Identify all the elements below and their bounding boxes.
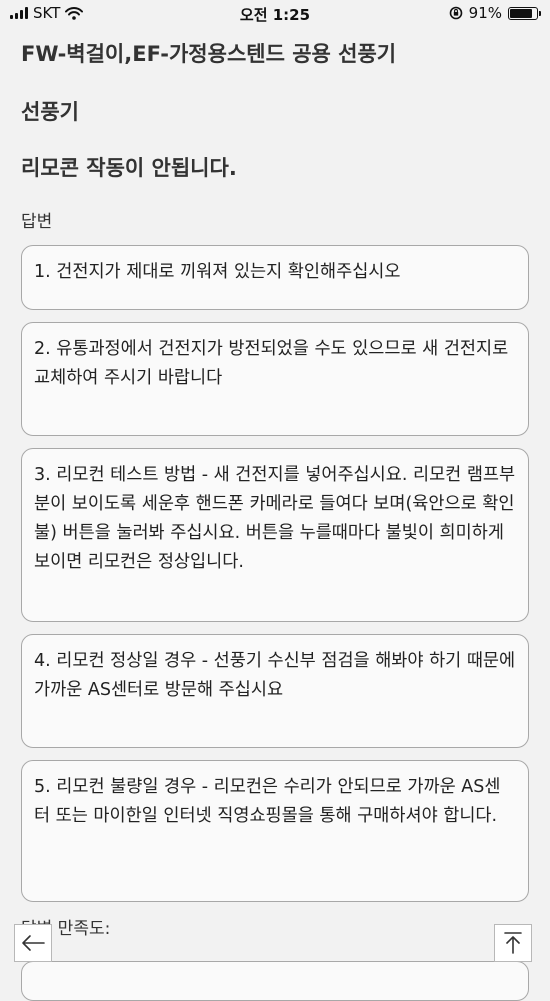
satisfaction-box[interactable] bbox=[21, 961, 529, 1001]
answer-box-4: 4. 리모컨 정상일 경우 - 선풍기 수신부 점검을 해봐야 하기 때문에 가… bbox=[21, 634, 529, 748]
rotation-lock-icon bbox=[449, 6, 462, 20]
status-bar: SKT 오전 1:25 91% bbox=[0, 0, 550, 26]
answer-box-2: 2. 유통과정에서 건전지가 방전되었을 수도 있으므로 새 건전지로 교체하여… bbox=[21, 322, 529, 436]
battery-fill bbox=[510, 8, 532, 18]
question-title: 리모콘 작동이 안됩니다. bbox=[21, 156, 237, 180]
battery-percent: 91% bbox=[468, 4, 502, 22]
arrow-left-icon bbox=[22, 935, 45, 951]
battery-icon bbox=[508, 6, 541, 20]
answer-box-5: 5. 리모컨 불량일 경우 - 리모컨은 수리가 안되므로 가까운 AS센터 또… bbox=[21, 760, 529, 902]
answer-box-3: 3. 리모컨 테스트 방법 - 새 건전지를 넣어주십시요. 리모컨 램프부분이… bbox=[21, 448, 529, 622]
arrow-up-icon bbox=[504, 932, 522, 954]
category-title: 선풍기 bbox=[21, 100, 79, 124]
product-title: FW-벽걸이,EF-가정용스텐드 공용 선풍기 bbox=[21, 42, 397, 66]
status-right: 91% bbox=[449, 4, 541, 22]
answer-label: 답변 bbox=[21, 212, 53, 232]
answer-box-1: 1. 건전지가 제대로 끼워져 있는지 확인해주십시오 bbox=[21, 245, 529, 310]
scroll-top-button[interactable] bbox=[494, 924, 532, 962]
back-button[interactable] bbox=[14, 924, 52, 962]
